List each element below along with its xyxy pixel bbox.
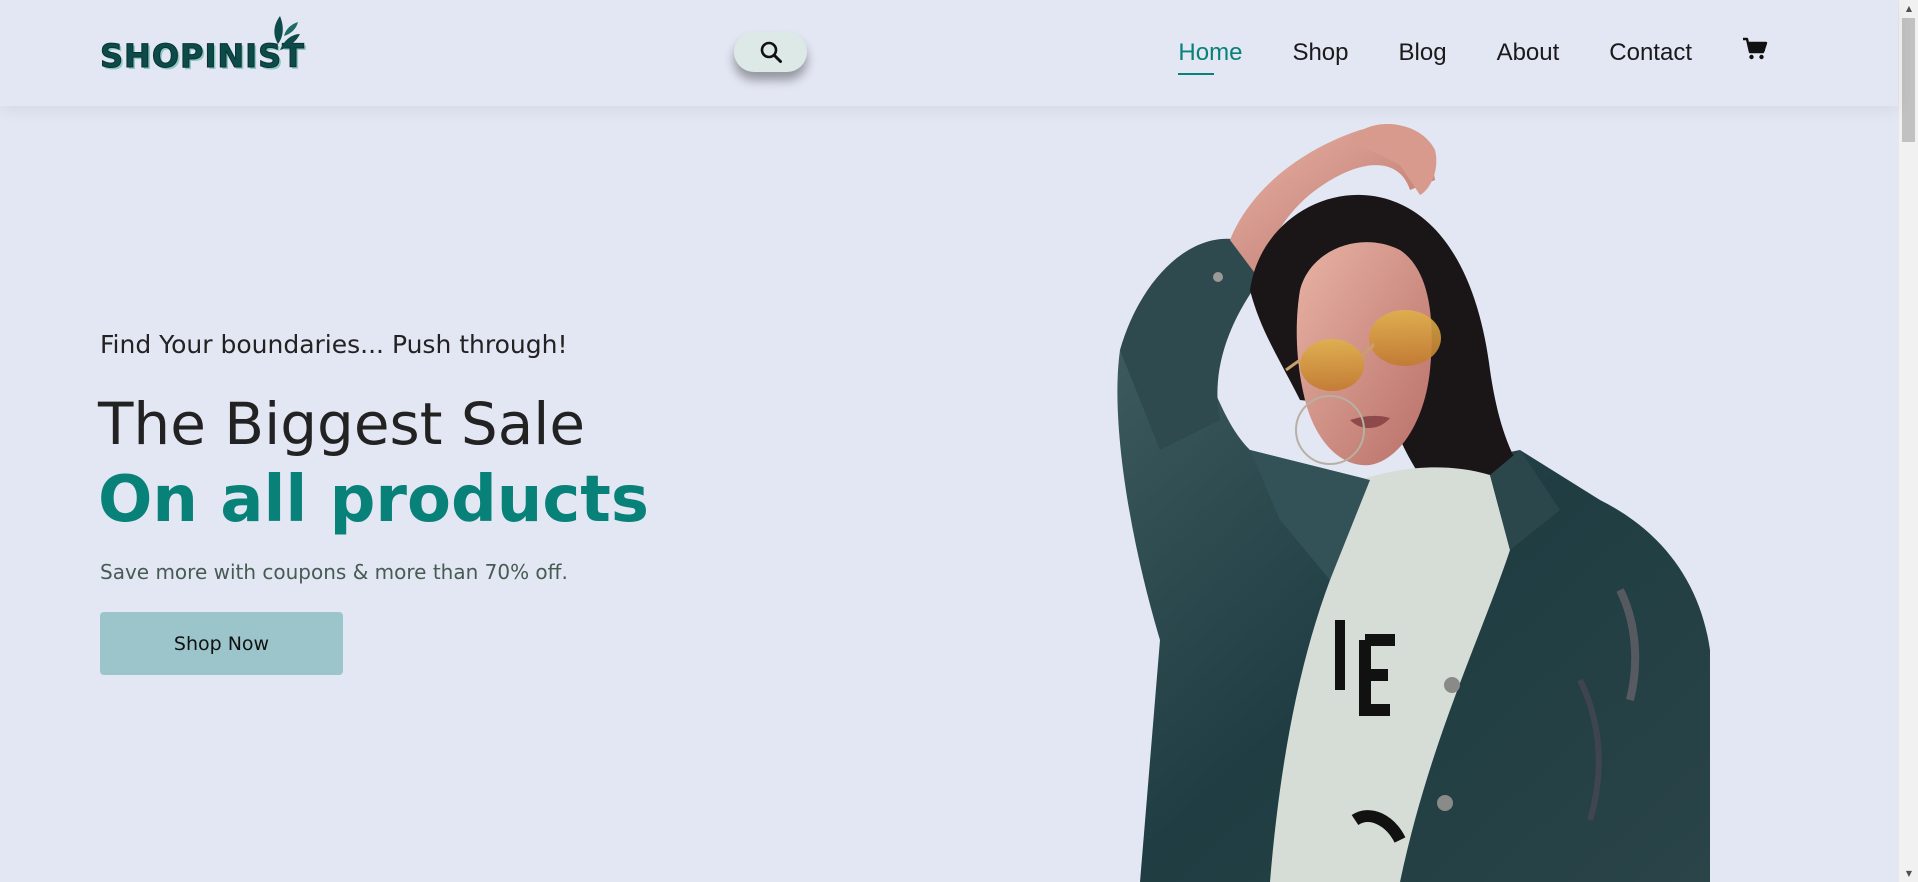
hero-headline-accent: On all products xyxy=(98,463,649,537)
nav-item-blog: Blog xyxy=(1399,39,1447,67)
scroll-up-arrow-icon[interactable]: ▲ xyxy=(1899,0,1918,17)
shop-now-button[interactable]: Shop Now xyxy=(100,612,343,675)
site-header: SHOPINIST Home Shop Blog About Contact xyxy=(0,0,1898,106)
nav-item-home: Home xyxy=(1178,39,1242,67)
nav-link-shop[interactable]: Shop xyxy=(1292,39,1348,67)
hero-model-image xyxy=(1117,123,1710,882)
main-nav: Home Shop Blog About Contact xyxy=(1178,36,1768,69)
nav-item-shop: Shop xyxy=(1292,39,1348,67)
hero-headline: The Biggest Sale xyxy=(98,390,586,458)
scroll-thumb[interactable] xyxy=(1902,18,1915,142)
vertical-scrollbar[interactable]: ▲ ▼ xyxy=(1898,0,1918,882)
hero-tagline: Find Your boundaries... Push through! xyxy=(100,330,568,359)
hero-subtext: Save more with coupons & more than 70% o… xyxy=(100,560,568,584)
cart-link[interactable] xyxy=(1742,36,1768,69)
nav-link-contact[interactable]: Contact xyxy=(1609,39,1692,67)
nav-item-contact: Contact xyxy=(1609,39,1692,67)
nav-item-about: About xyxy=(1497,39,1560,67)
nav-link-blog[interactable]: Blog xyxy=(1399,39,1447,67)
leaf-icon xyxy=(274,16,300,50)
search-icon xyxy=(760,41,782,63)
search-button[interactable] xyxy=(734,32,807,72)
nav-item-cart xyxy=(1742,36,1768,69)
nav-link-home[interactable]: Home xyxy=(1178,39,1242,67)
nav-link-about[interactable]: About xyxy=(1497,39,1560,67)
logo[interactable]: SHOPINIST xyxy=(100,14,304,80)
page: SHOPINIST Home Shop Blog About Contact F… xyxy=(0,0,1918,882)
cart-icon xyxy=(1743,37,1768,60)
scroll-down-arrow-icon[interactable]: ▼ xyxy=(1899,865,1918,882)
